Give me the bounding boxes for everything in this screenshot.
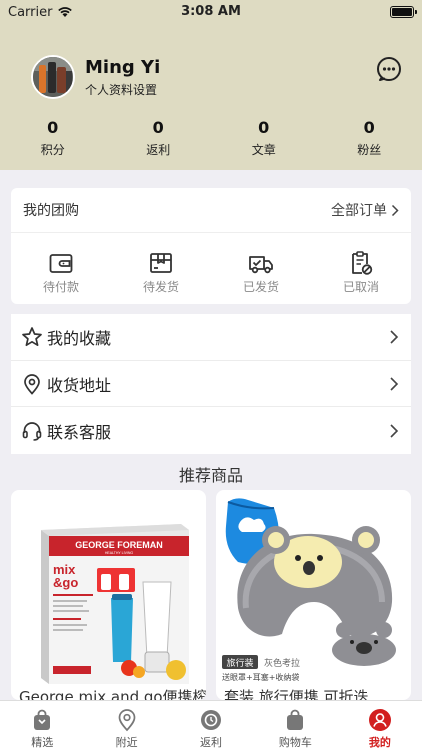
tab-mine[interactable]: 我的 [338,701,422,750]
svg-text:&go: &go [53,575,78,590]
tab-label: 附近 [115,736,138,749]
group-buy-header: 我的团购 全部订单 [11,188,411,233]
tab-label: 返利 [200,736,223,749]
order-pending-payment[interactable]: 待付款 [11,233,111,304]
order-shipped[interactable]: 已发货 [211,233,311,304]
stat-value: 0 [258,118,270,137]
menu-customer-service[interactable]: 联系客服 [11,407,411,454]
chevron-right-icon [391,204,399,216]
chevron-right-icon [390,376,399,391]
headset-icon [22,421,42,441]
profile-header: Ming Yi 个人资料设置 0 积分 0 返利 0 文章 0 粉丝 [0,24,422,170]
tab-label: 精选 [31,736,54,749]
tab-rebate[interactable]: 返利 [169,701,253,750]
stat-articles[interactable]: 0 文章 [211,118,317,158]
chevron-right-icon [390,330,399,344]
menu-label: 我的收藏 [47,328,112,348]
tab-featured[interactable]: 精选 [0,701,84,750]
tab-label: 我的 [368,736,391,749]
order-label: 已发货 [242,280,279,294]
stat-value: 0 [152,118,164,137]
menu-label: 联系客服 [47,422,112,442]
menu-address[interactable]: 收货地址 [11,361,411,408]
product-image: 旅行装 灰色考拉 送眼罩+耳塞+收纳袋 [222,498,396,682]
rebate-icon [201,710,222,730]
user-name[interactable]: Ming Yi [85,57,160,78]
chevron-right-icon [390,424,399,438]
stat-points[interactable]: 0 积分 [0,118,106,158]
all-orders-link[interactable]: 全部订单 [331,200,399,220]
package-icon [150,253,172,273]
product-card[interactable]: GEORGE FOREMAN HEALTHY LIVING mix &go Ge… [11,490,206,700]
tab-label: 购物车 [278,736,312,749]
menu-list: 我的收藏 收货地址 联系客服 [11,314,411,454]
group-buy-card: 我的团购 全部订单 待付款 待发货 已发货 已取消 [11,188,411,304]
order-pending-shipment[interactable]: 待发货 [111,233,211,304]
stat-label: 积分 [40,143,65,157]
truck-icon [249,256,273,274]
menu-label: 收货地址 [47,375,112,395]
stat-rebate[interactable]: 0 返利 [106,118,212,158]
location-pin-icon [24,373,40,395]
tab-cart[interactable]: 购物车 [253,701,337,750]
order-status-row: 待付款 待发货 已发货 已取消 [11,233,411,304]
tab-nearby[interactable]: 附近 [84,701,168,750]
order-cancelled[interactable]: 已取消 [311,233,411,304]
product-title: George mix and go便携榨 [19,688,206,700]
cart-bag-icon [287,709,304,730]
svg-text:灰色考拉: 灰色考拉 [264,657,300,669]
recommended-title: 推荐商品 [178,466,243,485]
stat-fans[interactable]: 0 粉丝 [317,118,422,158]
battery-icon [390,6,417,18]
all-orders-label: 全部订单 [331,203,387,219]
stat-value: 0 [47,118,59,137]
svg-text:HEALTHY LIVING: HEALTHY LIVING [105,551,134,555]
svg-text:旅行装: 旅行装 [226,657,253,669]
wallet-icon [49,254,73,273]
product-card[interactable]: 旅行装 灰色考拉 送眼罩+耳塞+收纳袋 套装 旅行便携 可折迭 [216,490,411,700]
bag-icon [34,709,51,730]
status-bar: Carrier 3:08 AM [0,0,422,24]
stat-label: 粉丝 [357,143,382,157]
stat-label: 返利 [146,143,171,157]
tab-bar: 精选 附近 返利 购物车 我的 [0,700,422,750]
stat-label: 文章 [251,143,276,157]
order-label: 待发货 [142,280,179,294]
product-image: GEORGE FOREMAN HEALTHY LIVING mix &go [41,524,189,684]
product-title: 套装 旅行便携 可折迭 [224,688,369,700]
avatar[interactable] [31,55,75,99]
cancelled-clipboard-icon [352,251,373,275]
clock: 3:08 AM [181,4,241,19]
menu-favorites[interactable]: 我的收藏 [11,314,411,361]
message-icon[interactable] [376,56,402,82]
stat-value: 0 [363,118,375,137]
order-label: 待付款 [42,280,79,294]
svg-text:送眼罩+耳塞+收纳袋: 送眼罩+耳塞+收纳袋 [222,672,299,682]
location-icon [118,709,135,732]
profile-settings-link[interactable]: 个人资料设置 [85,81,157,98]
user-icon [368,709,391,731]
stats-row: 0 积分 0 返利 0 文章 0 粉丝 [0,118,422,158]
order-label: 已取消 [342,280,379,294]
svg-text:GEORGE FOREMAN: GEORGE FOREMAN [75,540,163,550]
star-icon [22,326,42,346]
group-buy-title: 我的团购 [23,203,79,219]
